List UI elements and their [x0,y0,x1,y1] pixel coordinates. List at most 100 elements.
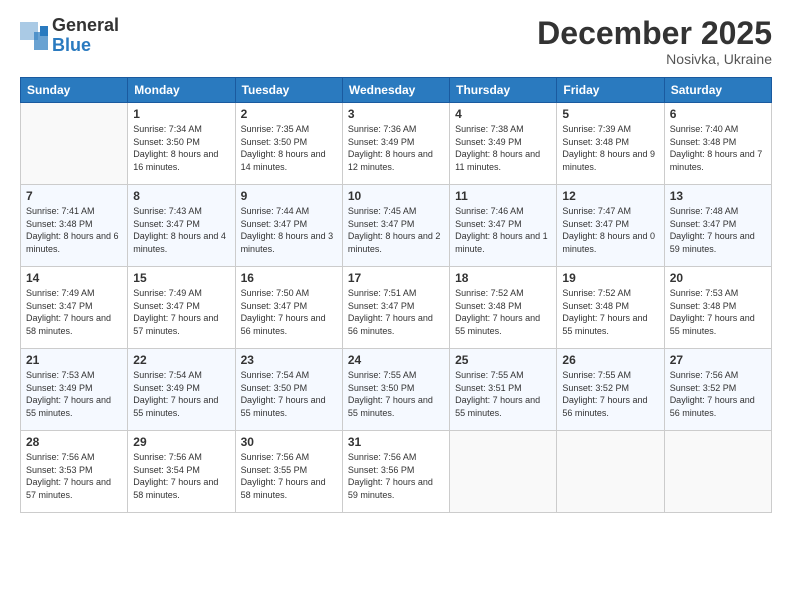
calendar-cell: 4Sunrise: 7:38 AMSunset: 3:49 PMDaylight… [450,103,557,185]
logo-text: General Blue [52,16,119,56]
day-info: Sunrise: 7:56 AMSunset: 3:55 PMDaylight:… [241,451,337,501]
day-info: Sunrise: 7:47 AMSunset: 3:47 PMDaylight:… [562,205,658,255]
day-info: Sunrise: 7:56 AMSunset: 3:56 PMDaylight:… [348,451,444,501]
week-row-2: 14 Sunrise: 7:49 AMSunset: 3:47 PMDayligh… [21,267,772,349]
week-row-1: 7Sunrise: 7:41 AMSunset: 3:48 PMDaylight… [21,185,772,267]
day-info: Sunrise: 7:55 AMSunset: 3:50 PMDaylight:… [348,369,444,419]
header: General Blue December 2025 Nosivka, Ukra… [20,16,772,67]
calendar-cell: 15 Sunrise: 7:49 AMSunset: 3:47 PMDayligh… [128,267,235,349]
calendar-cell: 28 Sunrise: 7:56 AMSunset: 3:53 PMDayligh… [21,431,128,513]
calendar-cell: 20 Sunrise: 7:53 AMSunset: 3:48 PMDayligh… [664,267,771,349]
calendar-cell: 11 Sunrise: 7:46 AMSunset: 3:47 PMDayligh… [450,185,557,267]
calendar-cell [664,431,771,513]
logo: General Blue [20,16,119,56]
day-info: Sunrise: 7:40 AMSunset: 3:48 PMDaylight:… [670,123,766,173]
day-info: Sunrise: 7:53 AMSunset: 3:48 PMDaylight:… [670,287,766,337]
th-monday: Monday [128,78,235,103]
week-row-3: 21 Sunrise: 7:53 AMSunset: 3:49 PMDayligh… [21,349,772,431]
calendar-cell: 9Sunrise: 7:44 AMSunset: 3:47 PMDaylight… [235,185,342,267]
day-number: 15 [133,271,229,285]
day-info: Sunrise: 7:55 AMSunset: 3:51 PMDaylight:… [455,369,551,419]
calendar-cell: 14 Sunrise: 7:49 AMSunset: 3:47 PMDayligh… [21,267,128,349]
th-tuesday: Tuesday [235,78,342,103]
logo-icon [20,22,48,50]
day-info: Sunrise: 7:48 AMSunset: 3:47 PMDaylight:… [670,205,766,255]
day-info: Sunrise: 7:54 AMSunset: 3:50 PMDaylight:… [241,369,337,419]
day-number: 17 [348,271,444,285]
day-number: 3 [348,107,444,121]
day-number: 28 [26,435,122,449]
day-info: Sunrise: 7:49 AMSunset: 3:47 PMDaylight:… [133,287,229,337]
logo-blue: Blue [52,36,119,56]
day-number: 21 [26,353,122,367]
day-number: 5 [562,107,658,121]
day-number: 23 [241,353,337,367]
day-number: 18 [455,271,551,285]
day-number: 26 [562,353,658,367]
calendar-cell: 31Sunrise: 7:56 AMSunset: 3:56 PMDayligh… [342,431,449,513]
day-number: 4 [455,107,551,121]
calendar-cell: 3 Sunrise: 7:36 AMSunset: 3:49 PMDaylight… [342,103,449,185]
day-info: Sunrise: 7:49 AMSunset: 3:47 PMDaylight:… [26,287,122,337]
th-saturday: Saturday [664,78,771,103]
day-info: Sunrise: 7:55 AMSunset: 3:52 PMDaylight:… [562,369,658,419]
day-number: 11 [455,189,551,203]
day-number: 13 [670,189,766,203]
calendar-cell: 23 Sunrise: 7:54 AMSunset: 3:50 PMDayligh… [235,349,342,431]
page: General Blue December 2025 Nosivka, Ukra… [0,0,792,612]
th-friday: Friday [557,78,664,103]
calendar-table: Sunday Monday Tuesday Wednesday Thursday… [20,77,772,513]
day-info: Sunrise: 7:51 AMSunset: 3:47 PMDaylight:… [348,287,444,337]
day-info: Sunrise: 7:50 AMSunset: 3:47 PMDaylight:… [241,287,337,337]
day-number: 2 [241,107,337,121]
calendar-cell: 16Sunrise: 7:50 AMSunset: 3:47 PMDayligh… [235,267,342,349]
calendar-cell: 8Sunrise: 7:43 AMSunset: 3:47 PMDaylight… [128,185,235,267]
week-row-4: 28 Sunrise: 7:56 AMSunset: 3:53 PMDayligh… [21,431,772,513]
th-wednesday: Wednesday [342,78,449,103]
day-info: Sunrise: 7:56 AMSunset: 3:52 PMDaylight:… [670,369,766,419]
day-number: 22 [133,353,229,367]
calendar-cell: 27 Sunrise: 7:56 AMSunset: 3:52 PMDayligh… [664,349,771,431]
calendar-cell: 22 Sunrise: 7:54 AMSunset: 3:49 PMDayligh… [128,349,235,431]
day-number: 14 [26,271,122,285]
calendar-cell: 26 Sunrise: 7:55 AMSunset: 3:52 PMDayligh… [557,349,664,431]
day-number: 25 [455,353,551,367]
calendar-cell: 30 Sunrise: 7:56 AMSunset: 3:55 PMDayligh… [235,431,342,513]
day-info: Sunrise: 7:39 AMSunset: 3:48 PMDaylight:… [562,123,658,173]
calendar-cell: 18Sunrise: 7:52 AMSunset: 3:48 PMDayligh… [450,267,557,349]
day-number: 29 [133,435,229,449]
calendar-cell: 1Sunrise: 7:34 AMSunset: 3:50 PMDaylight… [128,103,235,185]
calendar-cell: 25 Sunrise: 7:55 AMSunset: 3:51 PMDayligh… [450,349,557,431]
day-number: 20 [670,271,766,285]
day-number: 19 [562,271,658,285]
calendar-cell: 21 Sunrise: 7:53 AMSunset: 3:49 PMDayligh… [21,349,128,431]
calendar-cell [21,103,128,185]
calendar-cell: 24 Sunrise: 7:55 AMSunset: 3:50 PMDayligh… [342,349,449,431]
day-info: Sunrise: 7:54 AMSunset: 3:49 PMDaylight:… [133,369,229,419]
day-number: 24 [348,353,444,367]
th-sunday: Sunday [21,78,128,103]
day-info: Sunrise: 7:36 AMSunset: 3:49 PMDaylight:… [348,123,444,173]
day-number: 30 [241,435,337,449]
day-info: Sunrise: 7:46 AMSunset: 3:47 PMDaylight:… [455,205,551,255]
day-number: 12 [562,189,658,203]
calendar-cell: 19Sunrise: 7:52 AMSunset: 3:48 PMDayligh… [557,267,664,349]
calendar-cell: 2Sunrise: 7:35 AMSunset: 3:50 PMDaylight… [235,103,342,185]
calendar-cell: 10 Sunrise: 7:45 AMSunset: 3:47 PMDayligh… [342,185,449,267]
day-number: 6 [670,107,766,121]
calendar-cell [557,431,664,513]
day-number: 8 [133,189,229,203]
header-row: Sunday Monday Tuesday Wednesday Thursday… [21,78,772,103]
day-info: Sunrise: 7:56 AMSunset: 3:53 PMDaylight:… [26,451,122,501]
day-number: 27 [670,353,766,367]
day-info: Sunrise: 7:56 AMSunset: 3:54 PMDaylight:… [133,451,229,501]
calendar-cell: 7Sunrise: 7:41 AMSunset: 3:48 PMDaylight… [21,185,128,267]
week-row-0: 1Sunrise: 7:34 AMSunset: 3:50 PMDaylight… [21,103,772,185]
day-number: 10 [348,189,444,203]
calendar-cell: 6 Sunrise: 7:40 AMSunset: 3:48 PMDaylight… [664,103,771,185]
day-info: Sunrise: 7:53 AMSunset: 3:49 PMDaylight:… [26,369,122,419]
day-number: 7 [26,189,122,203]
calendar-cell: 5 Sunrise: 7:39 AMSunset: 3:48 PMDaylight… [557,103,664,185]
day-info: Sunrise: 7:45 AMSunset: 3:47 PMDaylight:… [348,205,444,255]
logo-general: General [52,16,119,36]
